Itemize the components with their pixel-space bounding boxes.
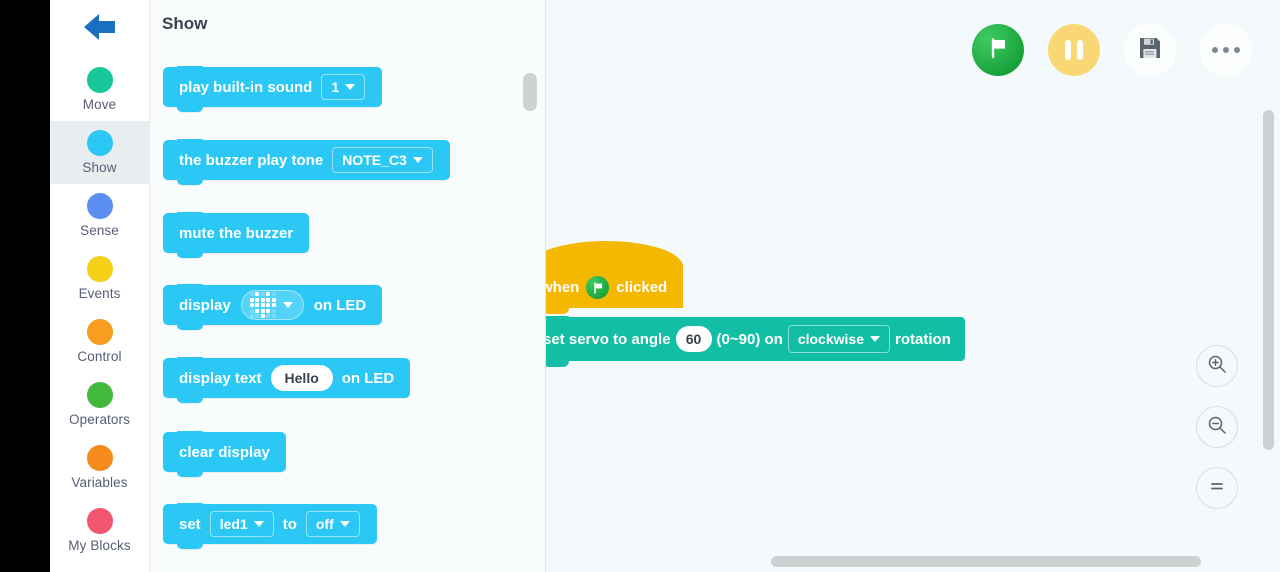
script-block-set-servo-angle[interactable]: set servo to angle 60 (0~90) on clockwis… xyxy=(545,316,965,367)
back-button[interactable] xyxy=(50,0,149,58)
pause-icon xyxy=(1065,40,1083,60)
category-dot xyxy=(86,130,113,156)
palette-vertical-scrollbar[interactable] xyxy=(523,73,537,111)
zoom-out-button[interactable] xyxy=(1196,406,1238,448)
sidebar-item-label: Variables xyxy=(71,475,128,490)
zoom-reset-button[interactable] xyxy=(1196,467,1238,509)
servo-label-before: set servo to angle xyxy=(545,330,671,348)
category-dot xyxy=(86,193,113,219)
category-dot xyxy=(86,445,113,471)
tone-dropdown[interactable]: NOTE_C3 xyxy=(332,147,433,173)
servo-label-after: rotation xyxy=(894,330,951,348)
dropdown-value: led1 xyxy=(219,516,248,532)
servo-direction-dropdown[interactable]: clockwise xyxy=(787,325,890,353)
palette-title: Show xyxy=(162,14,208,33)
sidebar-item-operators[interactable]: Operators xyxy=(50,373,149,436)
dropdown-value: off xyxy=(315,516,334,532)
chevron-down-icon xyxy=(412,157,423,163)
equals-icon xyxy=(1205,474,1229,503)
sidebar-item-sense[interactable]: Sense xyxy=(50,184,149,247)
chevron-down-icon xyxy=(253,521,264,527)
display-text-input[interactable]: Hello xyxy=(270,365,333,391)
floppy-disk-icon xyxy=(1137,35,1163,66)
input-value: 60 xyxy=(685,331,702,347)
chevron-down-icon xyxy=(869,336,880,342)
canvas-toolbar xyxy=(972,24,1252,76)
sidebar-item-label: Control xyxy=(77,349,122,364)
block-label: clear display xyxy=(179,443,270,461)
magnifier-minus-icon xyxy=(1205,413,1229,442)
palette-block-clear-display[interactable]: clear display xyxy=(163,431,286,477)
sidebar-item-control[interactable]: Control xyxy=(50,310,149,373)
hat-suffix-label: clicked xyxy=(616,279,668,296)
run-green-flag-button[interactable] xyxy=(972,24,1024,76)
chevron-down-icon xyxy=(339,521,350,527)
heart-led-matrix-icon xyxy=(249,292,276,318)
block-label: the buzzer play tone xyxy=(179,151,324,169)
script-canvas[interactable]: when clicked set servo to angle 60 (0 xyxy=(545,0,1280,572)
led-matrix-dropdown[interactable] xyxy=(240,290,304,320)
green-flag-icon xyxy=(985,35,1011,66)
script-block-when-flag-clicked[interactable]: when clicked xyxy=(546,241,684,314)
hat-prefix-label: when xyxy=(546,279,580,296)
led-target-dropdown[interactable]: led1 xyxy=(209,511,274,537)
more-options-button[interactable] xyxy=(1200,24,1252,76)
zoom-in-button[interactable] xyxy=(1196,345,1238,387)
sound-dropdown[interactable]: 1 xyxy=(321,74,366,100)
palette-block-display-text-on-led[interactable]: display text Hello on LED xyxy=(163,357,411,403)
app-root: Move Show Sense Events Control Operators… xyxy=(0,0,1280,572)
sidebar-item-label: Operators xyxy=(69,412,130,427)
sidebar-item-label: Show xyxy=(82,160,117,175)
palette-block-mute-the-buzzer[interactable]: mute the buzzer xyxy=(163,212,310,258)
chevron-down-icon xyxy=(282,302,293,308)
canvas-horizontal-scrollbar[interactable] xyxy=(771,556,1201,567)
dropdown-value: 1 xyxy=(331,79,340,95)
sidebar-item-show[interactable]: Show xyxy=(50,121,149,184)
magnifier-plus-icon xyxy=(1205,352,1229,381)
category-dot xyxy=(86,508,113,534)
blocks-palette: Show play built-in sound 1 the buzzer pl… xyxy=(150,0,545,572)
back-arrow-icon xyxy=(80,11,120,48)
sidebar-item-events[interactable]: Events xyxy=(50,247,149,310)
category-sidebar: Move Show Sense Events Control Operators… xyxy=(50,0,150,572)
palette-block-set-led-state[interactable]: set led1 to off xyxy=(163,503,377,549)
sidebar-item-label: Events xyxy=(78,286,121,301)
sidebar-item-my-blocks[interactable]: My Blocks xyxy=(50,499,149,562)
category-dot xyxy=(86,67,113,93)
chevron-down-icon xyxy=(345,84,356,90)
left-black-gutter xyxy=(0,0,50,572)
save-button[interactable] xyxy=(1124,24,1176,76)
block-label: on LED xyxy=(341,369,395,387)
block-label: to xyxy=(282,515,297,533)
block-label: set xyxy=(179,515,201,533)
sidebar-item-label: Move xyxy=(82,97,117,112)
sidebar-item-label: My Blocks xyxy=(68,538,131,553)
sidebar-item-variables[interactable]: Variables xyxy=(50,436,149,499)
sidebar-item-move[interactable]: Move xyxy=(50,58,149,121)
canvas-zoom-controls xyxy=(1196,345,1238,509)
block-label: display text xyxy=(179,369,262,387)
block-label: mute the buzzer xyxy=(179,224,294,242)
servo-angle-input[interactable]: 60 xyxy=(675,326,712,352)
palette-block-display-matrix-on-led[interactable]: display on LED xyxy=(163,284,383,330)
servo-range-hint: (0~90) on xyxy=(716,330,783,348)
ellipsis-icon xyxy=(1212,47,1240,53)
green-flag-icon xyxy=(586,276,610,299)
category-dot xyxy=(86,382,113,408)
input-value: Hello xyxy=(284,370,319,386)
led-state-dropdown[interactable]: off xyxy=(305,511,360,537)
palette-block-play-built-in-sound[interactable]: play built-in sound 1 xyxy=(163,66,383,112)
sidebar-item-label: Sense xyxy=(80,223,119,238)
dropdown-value: NOTE_C3 xyxy=(342,152,407,168)
block-label: play built-in sound xyxy=(179,78,313,96)
canvas-vertical-scrollbar[interactable] xyxy=(1263,110,1274,450)
palette-block-buzzer-play-tone[interactable]: the buzzer play tone NOTE_C3 xyxy=(163,139,450,185)
pause-button[interactable] xyxy=(1048,24,1100,76)
block-label: display xyxy=(179,296,231,314)
dropdown-value: clockwise xyxy=(797,331,864,347)
category-dot xyxy=(86,256,113,282)
category-dot xyxy=(86,319,113,345)
block-label: on LED xyxy=(313,296,367,314)
